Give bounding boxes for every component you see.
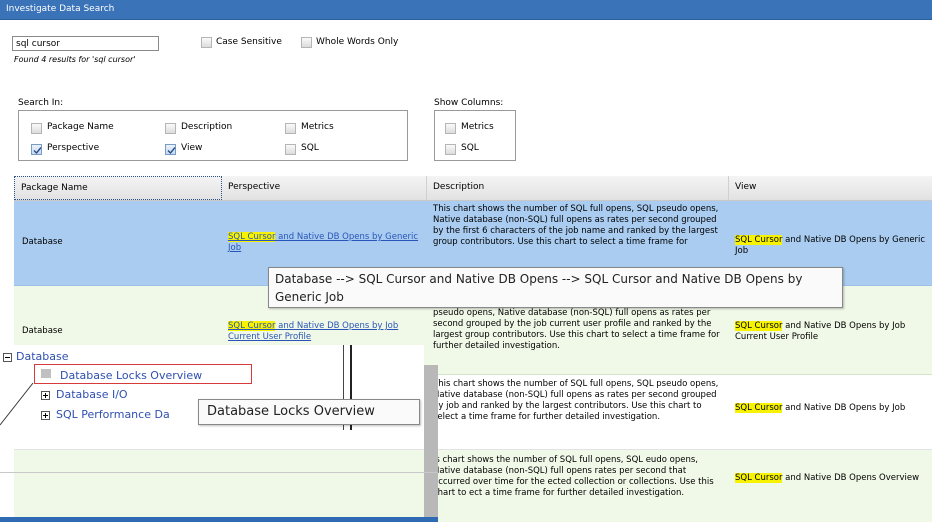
description-cell: pseudo opens, Native database (non-SQL) …: [433, 308, 720, 351]
search-in-package-name-label: Package Name: [47, 122, 114, 132]
expand-icon[interactable]: [41, 411, 50, 420]
view-cell: SQL Cursor and Native DB Opens by Generi…: [731, 235, 931, 257]
tree-node-database-locks-overview[interactable]: Database Locks Overview: [60, 369, 202, 382]
search-in-sql-label: SQL: [301, 143, 319, 153]
column-header-perspective[interactable]: Perspective: [222, 176, 427, 200]
description-cell: is chart shows the number of SQL full op…: [433, 455, 714, 498]
description-cell: This chart shows the number of SQL full …: [433, 204, 719, 247]
match-highlight: SQL Cursor: [735, 321, 783, 331]
collapse-icon[interactable]: [3, 353, 12, 362]
divider: [0, 472, 438, 473]
match-highlight: SQL Cursor: [735, 403, 783, 413]
tree-node-sql-performance[interactable]: SQL Performance Da: [56, 408, 170, 421]
path-tooltip: Database --> SQL Cursor and Native DB Op…: [268, 267, 843, 308]
perspective-link[interactable]: SQL Cursor and Native DB Opens by Generi…: [224, 232, 427, 254]
search-in-view-checkbox[interactable]: [165, 144, 176, 155]
bottom-bar: [0, 517, 438, 522]
view-cell: SQL Cursor and Native DB Opens Overview: [731, 473, 931, 484]
show-columns-sql-checkbox[interactable]: [445, 144, 456, 155]
search-in-perspective-checkbox[interactable]: [31, 144, 42, 155]
description-cell: This chart shows the number of SQL full …: [433, 379, 719, 422]
column-header-view[interactable]: View: [729, 176, 932, 200]
result-summary: Found 4 results for 'sql cursor': [14, 55, 136, 64]
match-highlight: SQL Cursor: [735, 235, 783, 245]
tree-item-tooltip: Database Locks Overview: [198, 399, 420, 425]
checkmark-icon: [33, 147, 42, 155]
case-sensitive-label: Case Sensitive: [216, 37, 282, 47]
show-columns-label: Show Columns:: [434, 98, 504, 108]
window-title: Investigate Data Search: [6, 4, 115, 14]
whole-words-checkbox[interactable]: [301, 37, 312, 48]
show-columns-group: Metrics SQL: [434, 110, 516, 161]
search-in-sql-checkbox[interactable]: [285, 144, 296, 155]
case-sensitive-checkbox[interactable]: [201, 37, 212, 48]
perspective-link[interactable]: SQL Cursor and Native DB Opens by Job Cu…: [224, 321, 427, 343]
view-cell: SQL Cursor and Native DB Opens by Job Cu…: [731, 321, 931, 343]
show-columns-metrics-label: Metrics: [461, 122, 494, 132]
column-header-package-name[interactable]: Package Name: [14, 176, 222, 200]
show-columns-metrics-checkbox[interactable]: [445, 123, 456, 134]
search-in-package-name-checkbox[interactable]: [31, 123, 42, 134]
view-text: and Native DB Opens Overview: [782, 473, 920, 483]
checkmark-icon: [167, 147, 176, 155]
expand-icon[interactable]: [41, 391, 50, 400]
match-highlight: SQL Cursor: [228, 232, 276, 242]
package-name-cell: Database: [22, 237, 63, 247]
view-cell: SQL Cursor and Native DB Opens by Job: [731, 403, 931, 414]
search-in-metrics-label: Metrics: [301, 122, 334, 132]
tree-node-database-io[interactable]: Database I/O: [56, 388, 128, 401]
search-in-metrics-checkbox[interactable]: [285, 123, 296, 134]
search-in-description-checkbox[interactable]: [165, 123, 176, 134]
whole-words-label: Whole Words Only: [316, 37, 399, 47]
match-highlight: SQL Cursor: [228, 321, 276, 331]
search-in-label: Search In:: [18, 98, 64, 108]
package-name-cell: Database: [22, 326, 63, 336]
package-icon: [41, 369, 51, 378]
search-in-description-label: Description: [181, 122, 233, 132]
search-in-view-label: View: [181, 143, 203, 153]
view-text: and Native DB Opens by Job: [782, 403, 906, 413]
search-in-perspective-label: Perspective: [47, 143, 100, 153]
show-columns-sql-label: SQL: [461, 143, 479, 153]
column-header-description[interactable]: Description: [427, 176, 729, 200]
table-header: Package Name Perspective Description Vie…: [14, 176, 932, 201]
scrollbar-strip[interactable]: [424, 365, 438, 522]
tree-node-database[interactable]: Database: [16, 350, 69, 363]
search-in-group: Package Name Description Metrics Perspec…: [18, 110, 408, 161]
table-row[interactable]: is chart shows the number of SQL full op…: [14, 450, 932, 522]
match-highlight: SQL Cursor: [735, 473, 783, 483]
connector-line: [0, 382, 34, 426]
window-titlebar: Investigate Data Search: [0, 0, 932, 20]
search-input[interactable]: [12, 36, 159, 51]
